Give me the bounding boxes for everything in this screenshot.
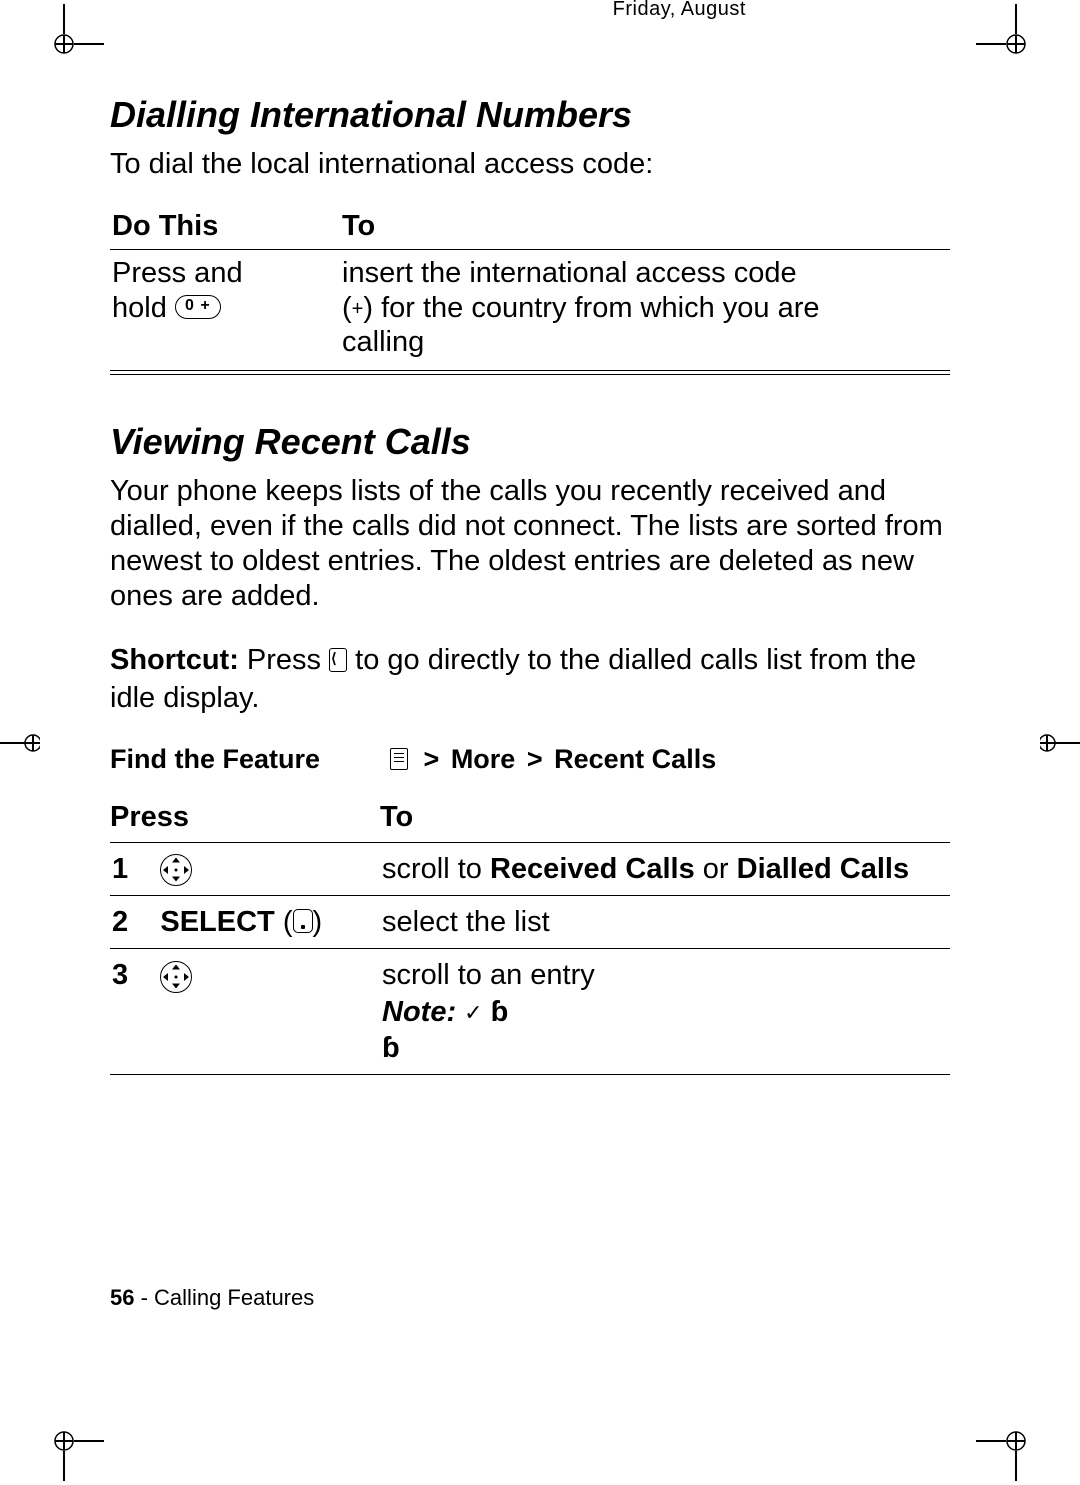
zero-plus-key-icon: 0 + (175, 295, 221, 319)
th-to2: To (380, 793, 950, 843)
crop-mark-tl (4, 4, 104, 104)
crop-mark-tr (976, 4, 1076, 104)
step-num-2: 2 (112, 906, 128, 938)
nav-key-icon (160, 854, 192, 886)
step-row-2: 2 SELECT () select the list (110, 896, 950, 949)
check-icon (464, 996, 482, 1028)
intro-dialling: To dial the local international access c… (110, 147, 950, 182)
find-feature-row: Find the Feature > More > Recent Calls (110, 744, 950, 775)
step-row-1: 1 scroll to Received Calls or Dialled Ca… (110, 842, 950, 895)
nav-key-icon-2 (160, 961, 192, 993)
menu-icon (390, 748, 408, 770)
chapter-name: Calling Features (154, 1285, 314, 1310)
step-3-to: scroll to an entry Note: ɓ ɓ (380, 949, 950, 1075)
side-mark-right (1040, 723, 1080, 763)
select-key-icon (293, 909, 313, 933)
crop-mark-br (976, 1381, 1076, 1481)
th-do-this: Do This (110, 204, 340, 250)
crop-mark-bl (4, 1381, 104, 1481)
para-recent: Your phone keeps lists of the calls you … (110, 474, 950, 613)
feature-path: > More > Recent Calls (390, 744, 716, 775)
side-mark-left (0, 723, 40, 763)
step-2-to: select the list (380, 896, 950, 949)
shortcut-line: Shortcut: Press to go directly to the di… (110, 642, 950, 717)
shortcut-label: Shortcut: (110, 644, 239, 676)
td-do: Press and hold 0 + (110, 249, 340, 370)
th-press: Press (110, 793, 380, 843)
send-key-icon (329, 648, 347, 672)
header-trace: Friday, August (334, 0, 746, 21)
step-1-to: scroll to Received Calls or Dialled Call… (380, 842, 950, 895)
heading-dialling-intl: Dialling International Numbers (110, 92, 950, 137)
step-row-3: 3 scroll to an entry Note: ɓ ɓ (110, 949, 950, 1075)
step-num-1: 1 (112, 853, 128, 885)
table-recent-steps: Press To 1 scroll to Received Calls or D… (110, 793, 950, 1075)
table-dialling: Do This To Press and hold 0 + insert the… (110, 204, 950, 375)
heading-recent-calls: Viewing Recent Calls (110, 419, 950, 464)
find-feature-label: Find the Feature (110, 744, 390, 775)
glyph-b1: ɓ (491, 996, 509, 1028)
step-num-3: 3 (112, 959, 128, 991)
page-number: 56 (110, 1285, 134, 1310)
glyph-b2: ɓ (382, 1032, 400, 1064)
td-to: insert the international access code (+)… (340, 249, 950, 370)
note-label: Note: (382, 996, 456, 1028)
th-to: To (340, 204, 950, 250)
page-footer: 56 - Calling Features (110, 1285, 314, 1311)
